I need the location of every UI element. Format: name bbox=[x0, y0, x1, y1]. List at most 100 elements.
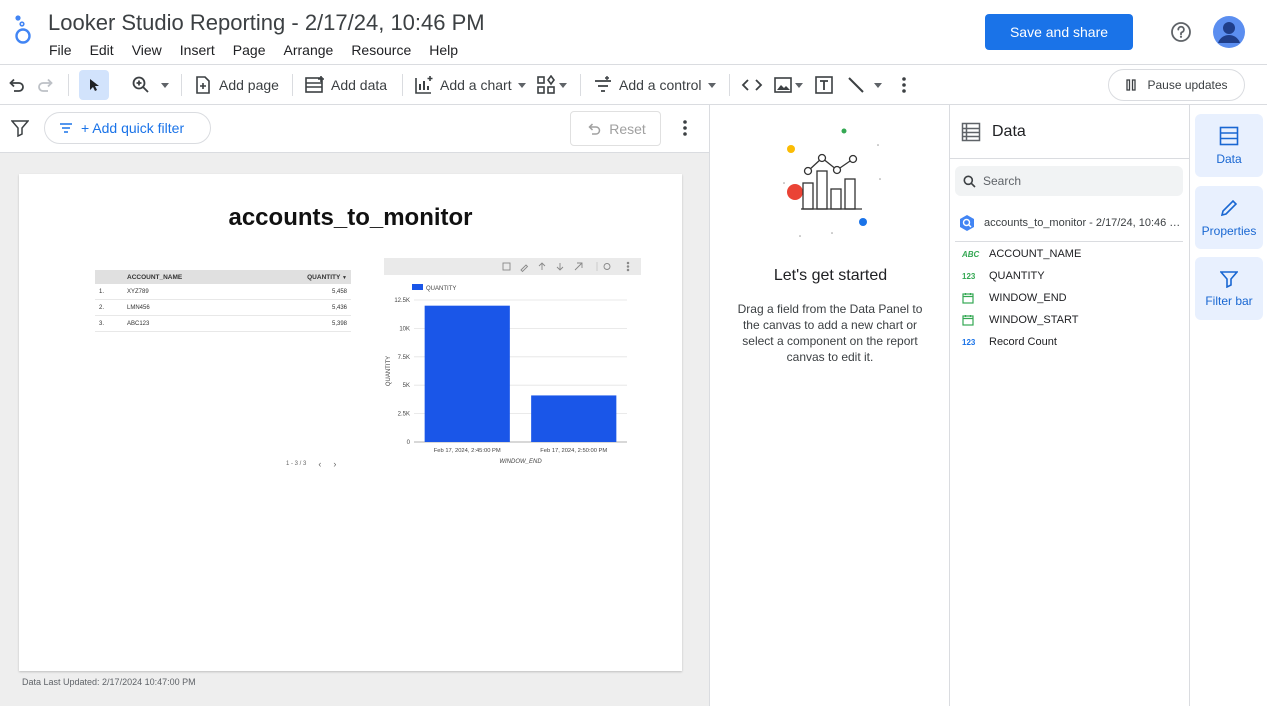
redo-icon[interactable] bbox=[36, 65, 56, 105]
bar-chart[interactable]: QUANTITY 0 2.5K 5K 7.5K 10K 12.5K Feb 17, 2024,… bbox=[382, 278, 642, 470]
getting-started-illustration bbox=[768, 123, 893, 241]
table-row[interactable]: 2. LMN456 5,436 bbox=[95, 300, 351, 316]
table-row[interactable]: 3. ABC123 5,398 bbox=[95, 316, 351, 332]
menu-page[interactable]: Page bbox=[233, 42, 266, 58]
undo-icon[interactable] bbox=[6, 65, 26, 105]
menu-arrange[interactable]: Arrange bbox=[284, 42, 334, 58]
y-tick-label: 0 bbox=[407, 440, 411, 446]
number-type-icon: 123 bbox=[962, 337, 976, 347]
image-dropdown[interactable] bbox=[773, 65, 803, 105]
rail-properties-label: Properties bbox=[1201, 223, 1257, 238]
more-options-icon[interactable] bbox=[677, 119, 693, 139]
chevron-left-icon[interactable]: ‹ bbox=[318, 459, 321, 469]
menu-resource[interactable]: Resource bbox=[351, 42, 411, 58]
calendar-icon bbox=[962, 292, 989, 304]
x-axis-label: WINDOW_END bbox=[499, 459, 542, 465]
data-last-updated: Data Last Updated: 2/17/2024 10:47:00 PM bbox=[22, 677, 196, 687]
toolbar-divider bbox=[181, 74, 182, 96]
add-page-button[interactable]: Add page bbox=[193, 65, 279, 105]
field-quantity[interactable]: 123 QUANTITY bbox=[962, 265, 1045, 287]
more-options-icon[interactable] bbox=[896, 65, 912, 105]
rail-data-button[interactable]: Data bbox=[1195, 114, 1263, 177]
add-data-button[interactable]: Add data bbox=[304, 65, 387, 105]
menu-insert[interactable]: Insert bbox=[180, 42, 215, 58]
column-header-quantity[interactable]: QUANTITY ▼ bbox=[291, 274, 351, 281]
community-viz-dropdown[interactable] bbox=[536, 65, 567, 105]
report-title-input[interactable]: Looker Studio Reporting - 2/17/24, 10:46… bbox=[48, 10, 485, 36]
x-tick-label: Feb 17, 2024, 2:45:00 PM bbox=[434, 448, 501, 454]
table-pagination: 1 - 3 / 3 ‹ › bbox=[286, 459, 336, 469]
chevron-down-icon bbox=[795, 82, 803, 88]
drill-up-icon bbox=[538, 262, 546, 270]
menu-edit[interactable]: Edit bbox=[90, 42, 114, 58]
line-icon bbox=[846, 75, 866, 95]
y-tick-label: 12.5K bbox=[394, 298, 410, 304]
chevron-right-icon[interactable]: › bbox=[333, 459, 336, 469]
add-control-button[interactable]: Add a control bbox=[593, 65, 716, 105]
table-row[interactable]: 1. XYZ789 5,458 bbox=[95, 284, 351, 300]
getting-started-panel: Let's get started Drag a field from the … bbox=[709, 105, 950, 706]
data-source-item[interactable]: accounts_to_monitor - 2/17/24, 10:46 … bbox=[958, 212, 1186, 234]
column-header-account-name[interactable]: ACCOUNT_NAME bbox=[127, 274, 291, 281]
image-icon bbox=[773, 75, 793, 95]
menu-file[interactable]: File bbox=[49, 42, 72, 58]
embed-code-icon[interactable] bbox=[741, 65, 763, 105]
add-chart-icon bbox=[414, 75, 434, 95]
data-source-name: accounts_to_monitor - 2/17/24, 10:46 … bbox=[984, 217, 1181, 229]
report-page[interactable]: accounts_to_monitor ACCOUNT_NAME QUANTIT… bbox=[19, 174, 682, 671]
field-search-input[interactable]: Search bbox=[955, 166, 1183, 196]
data-panel-header: Data bbox=[950, 105, 1190, 159]
reset-button[interactable]: Reset bbox=[570, 111, 661, 146]
add-quick-filter-button[interactable]: + Add quick filter bbox=[44, 112, 211, 144]
select-pointer-icon[interactable] bbox=[79, 70, 109, 100]
report-heading[interactable]: accounts_to_monitor bbox=[19, 204, 682, 232]
text-box-icon[interactable] bbox=[814, 65, 834, 105]
add-page-label: Add page bbox=[219, 77, 279, 93]
chevron-down-icon bbox=[707, 82, 716, 88]
looker-logo-icon[interactable] bbox=[13, 13, 35, 47]
rail-data-label: Data bbox=[1216, 151, 1242, 166]
reset-icon bbox=[585, 122, 601, 136]
legend-label: QUANTITY bbox=[426, 286, 456, 292]
table-header: ACCOUNT_NAME QUANTITY ▼ bbox=[95, 270, 351, 284]
save-and-share-button[interactable]: Save and share bbox=[985, 14, 1133, 50]
pause-updates-button[interactable]: Pause updates bbox=[1108, 69, 1245, 101]
calendar-icon bbox=[962, 314, 989, 326]
rail-properties-button[interactable]: Properties bbox=[1195, 186, 1263, 249]
search-icon bbox=[963, 175, 976, 188]
help-icon[interactable] bbox=[1170, 21, 1192, 43]
chevron-down-icon bbox=[559, 82, 567, 88]
zoom-icon bbox=[131, 75, 151, 95]
reset-label: Reset bbox=[609, 120, 646, 137]
expand-icon bbox=[574, 262, 583, 271]
rail-filter-bar-label: Filter bar bbox=[1205, 293, 1253, 308]
y-tick-label: 10K bbox=[399, 326, 410, 332]
zoom-dropdown[interactable] bbox=[131, 65, 169, 105]
menu-view[interactable]: View bbox=[132, 42, 162, 58]
app-header: Looker Studio Reporting - 2/17/24, 10:46… bbox=[0, 0, 1267, 64]
add-data-label: Add data bbox=[331, 77, 388, 93]
pencil-icon bbox=[1219, 198, 1239, 218]
field-record-count[interactable]: 123 Record Count bbox=[962, 331, 1057, 353]
chart-header-toolbar bbox=[384, 258, 641, 275]
data-panel-title: Data bbox=[992, 123, 1026, 140]
add-chart-button[interactable]: Add a chart bbox=[414, 65, 526, 105]
text-type-icon: ABC bbox=[962, 249, 980, 259]
welcome-description: Drag a field from the Data Panel to the … bbox=[737, 302, 923, 364]
menu-bar: File Edit View Insert Page Arrange Resou… bbox=[49, 42, 476, 58]
field-window-start[interactable]: WINDOW_START bbox=[962, 309, 1078, 331]
filter-icon[interactable] bbox=[11, 119, 29, 137]
pause-updates-label: Pause updates bbox=[1147, 78, 1228, 92]
table-chart[interactable]: ACCOUNT_NAME QUANTITY ▼ 1. XYZ789 5,458 … bbox=[95, 270, 351, 332]
chevron-down-icon bbox=[874, 82, 882, 88]
toolbar-divider bbox=[292, 74, 293, 96]
rail-filter-bar-button[interactable]: Filter bar bbox=[1195, 257, 1263, 320]
line-dropdown[interactable] bbox=[846, 65, 882, 105]
field-window-end[interactable]: WINDOW_END bbox=[962, 287, 1067, 309]
avatar[interactable] bbox=[1213, 16, 1245, 48]
menu-help[interactable]: Help bbox=[429, 42, 458, 58]
y-tick-label: 7.5K bbox=[398, 355, 410, 361]
add-quick-filter-label: + Add quick filter bbox=[81, 120, 185, 136]
field-account-name[interactable]: ABC ACCOUNT_NAME bbox=[962, 243, 1081, 265]
report-canvas[interactable]: accounts_to_monitor ACCOUNT_NAME QUANTIT… bbox=[0, 153, 709, 706]
